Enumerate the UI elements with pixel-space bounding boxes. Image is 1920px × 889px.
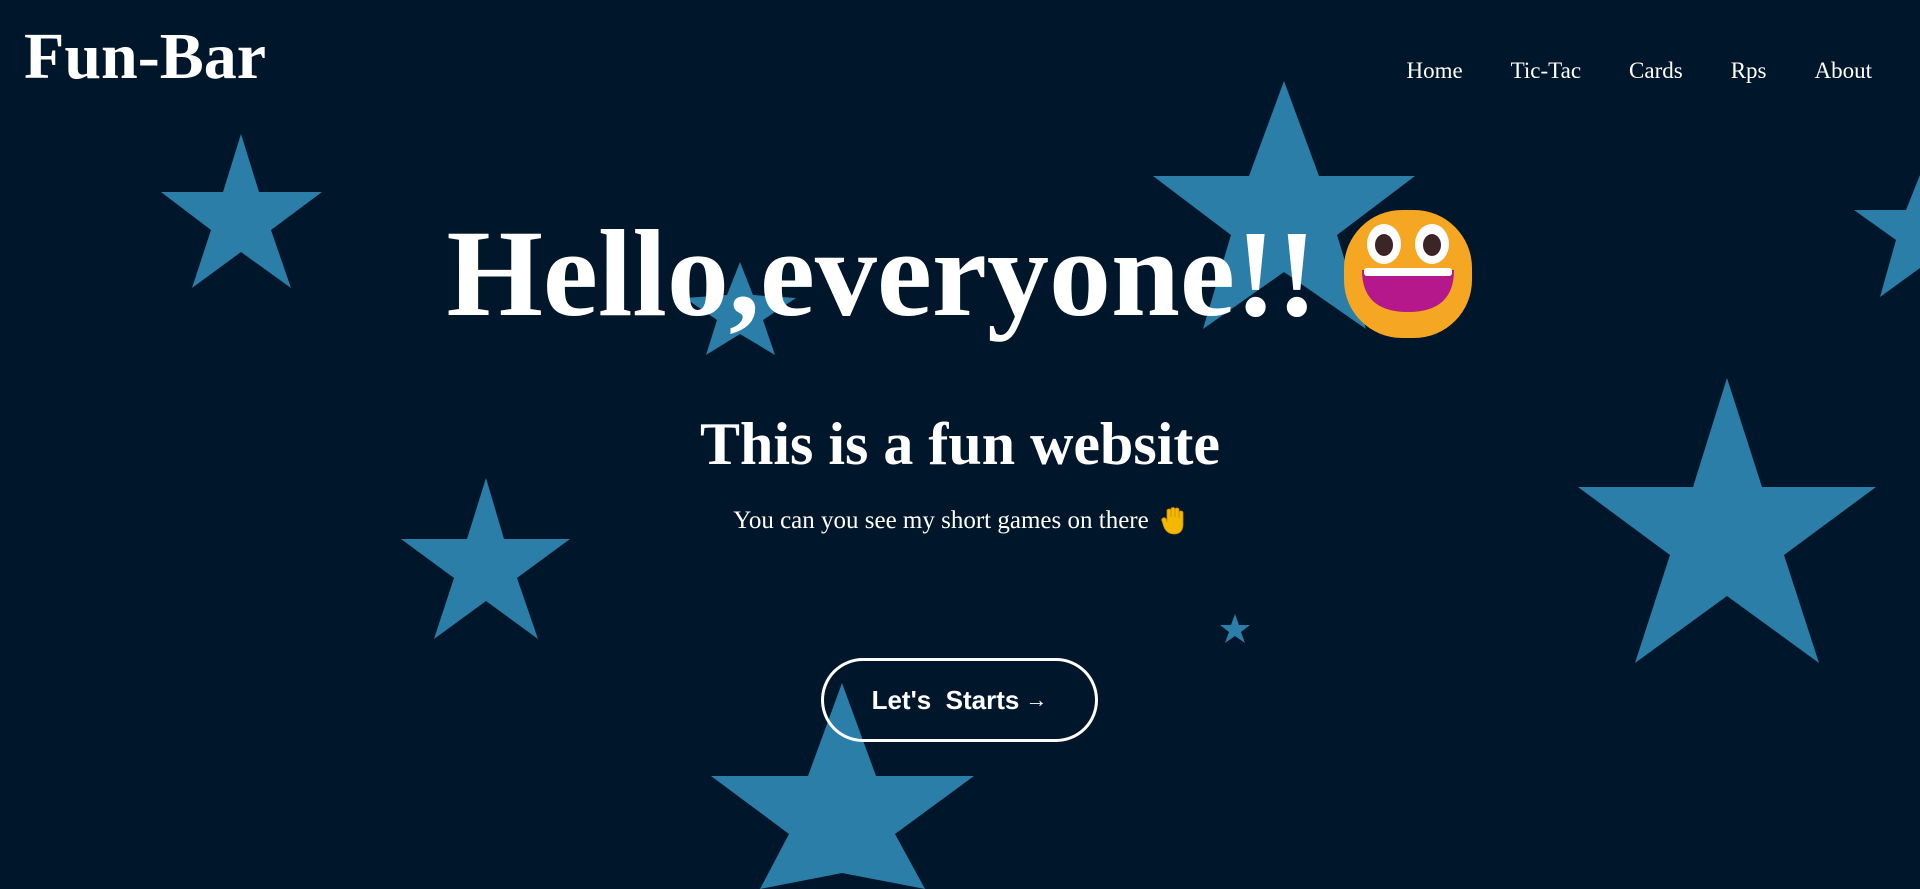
hero-subtitle: This is a fun website <box>699 411 1221 477</box>
raised-hand-icon <box>1160 507 1184 535</box>
lets-start-button[interactable]: Let's Starts → <box>821 658 1098 742</box>
nav-link-cards[interactable]: Cards <box>1629 59 1683 82</box>
hero-title: Hello,everyone!! <box>0 208 1920 340</box>
main-nav: Home Tic-Tac Cards Rps About <box>1406 59 1872 82</box>
nav-link-rps[interactable]: Rps <box>1731 59 1767 82</box>
hero-subtext-text: You can you see my short games on there <box>733 507 1149 534</box>
hero-subtext: You can you see my short games on there <box>0 506 1920 536</box>
star-decoration <box>1220 614 1250 643</box>
nav-link-home[interactable]: Home <box>1406 59 1462 82</box>
grinning-face-icon <box>1343 210 1472 338</box>
site-logo[interactable]: Fun-Bar <box>24 24 266 90</box>
arrow-right-icon: → <box>1025 687 1048 712</box>
star-decoration <box>401 478 570 639</box>
nav-link-about[interactable]: About <box>1815 59 1873 82</box>
hero-title-text: Hello,everyone!! <box>446 205 1318 342</box>
lets-start-button-label: Let's Starts <box>871 684 1020 715</box>
nav-link-tic-tac[interactable]: Tic-Tac <box>1511 59 1581 82</box>
